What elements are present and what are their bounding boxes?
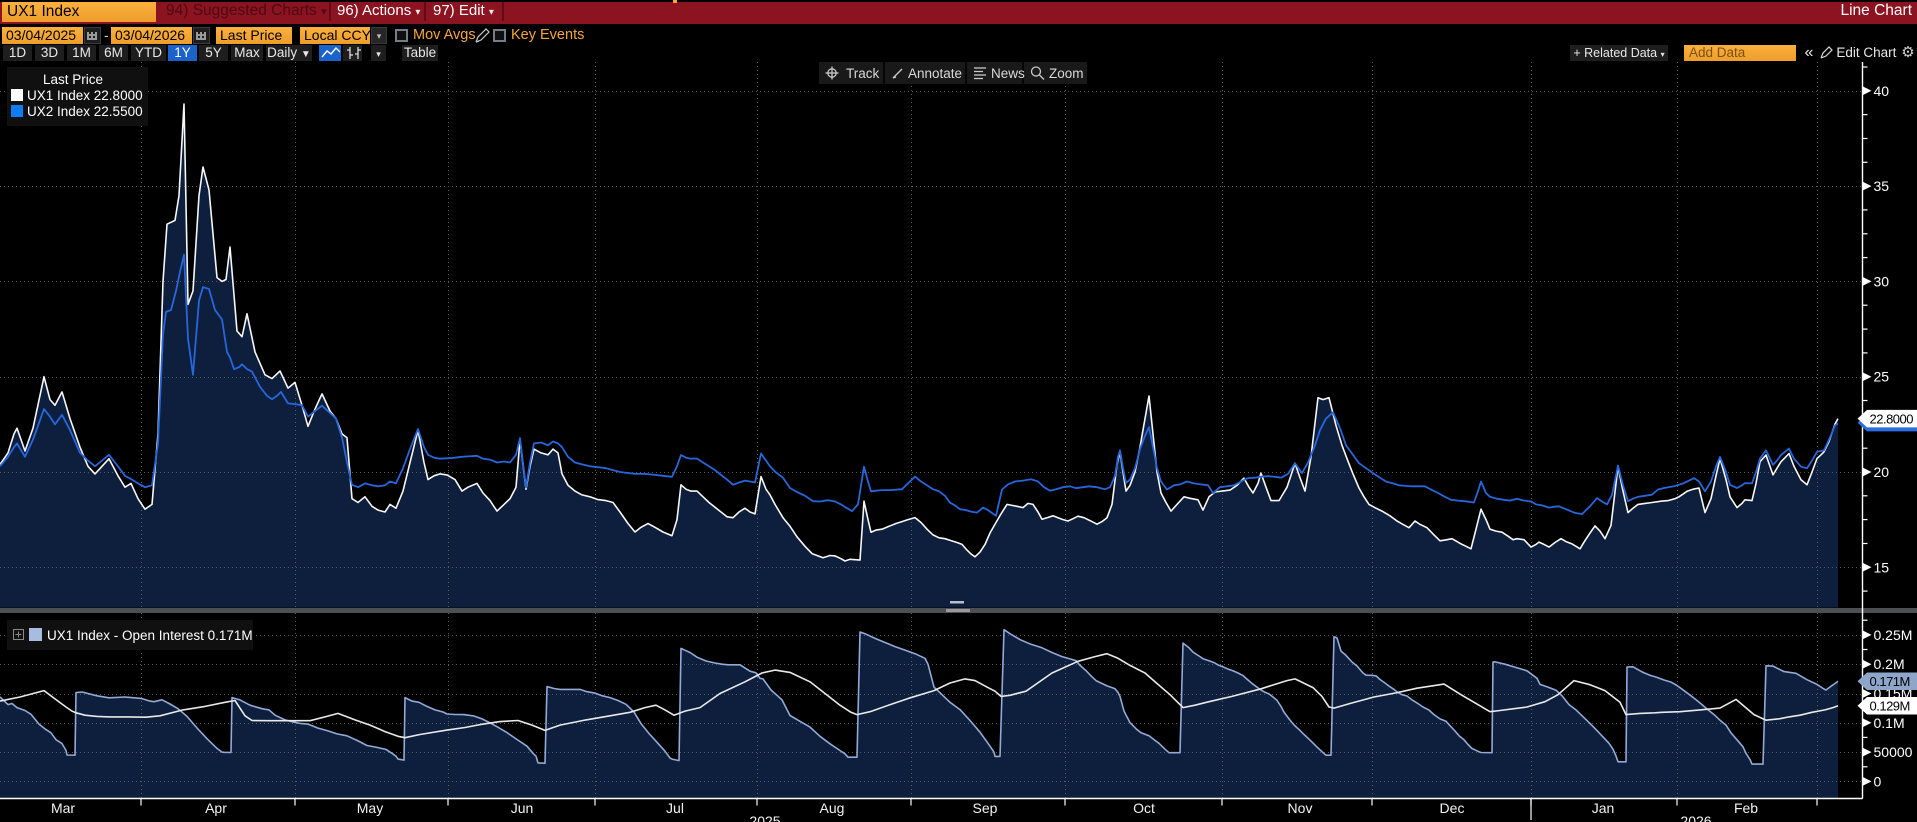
- svg-text:UX1 Index 22.8000: UX1 Index 22.8000: [27, 88, 143, 103]
- svg-text:15: 15: [1874, 559, 1890, 575]
- svg-text:Jan: Jan: [1592, 800, 1615, 816]
- svg-text:0.1M: 0.1M: [1874, 715, 1905, 731]
- svg-text:Track: Track: [846, 66, 879, 81]
- svg-text:Zoom: Zoom: [1049, 66, 1084, 81]
- svg-text:UX1 Index - Open Interest 0.17: UX1 Index - Open Interest 0.171M: [47, 628, 253, 643]
- svg-text:Jun: Jun: [511, 800, 534, 816]
- svg-text:Nov: Nov: [1288, 800, 1313, 816]
- svg-text:News: News: [991, 66, 1025, 81]
- svg-text:0.2M: 0.2M: [1874, 656, 1905, 672]
- svg-text:0.171M: 0.171M: [1870, 674, 1910, 689]
- svg-text:Jul: Jul: [666, 800, 684, 816]
- svg-text:UX2 Index 22.5500: UX2 Index 22.5500: [27, 104, 143, 119]
- svg-text:Apr: Apr: [205, 800, 227, 816]
- svg-text:50000: 50000: [1874, 744, 1913, 760]
- svg-text:2025: 2025: [749, 813, 780, 822]
- svg-text:20: 20: [1874, 464, 1890, 480]
- svg-text:Mar: Mar: [51, 800, 75, 816]
- svg-text:0.25M: 0.25M: [1874, 627, 1913, 643]
- svg-text:Aug: Aug: [820, 800, 845, 816]
- svg-text:Last Price: Last Price: [43, 72, 103, 87]
- svg-text:40: 40: [1874, 83, 1890, 99]
- svg-text:Annotate: Annotate: [908, 66, 962, 81]
- svg-text:Oct: Oct: [1133, 800, 1155, 816]
- svg-text:Dec: Dec: [1440, 800, 1465, 816]
- svg-text:Sep: Sep: [973, 800, 998, 816]
- svg-text:22.8000: 22.8000: [1870, 411, 1914, 426]
- svg-text:30: 30: [1874, 273, 1890, 289]
- svg-text:0: 0: [1874, 773, 1882, 789]
- svg-text:2026: 2026: [1680, 813, 1711, 822]
- svg-text:35: 35: [1874, 178, 1890, 194]
- svg-text:0.129M: 0.129M: [1870, 699, 1910, 714]
- svg-text:Feb: Feb: [1734, 800, 1758, 816]
- svg-text:May: May: [357, 800, 383, 816]
- svg-text:25: 25: [1874, 369, 1890, 385]
